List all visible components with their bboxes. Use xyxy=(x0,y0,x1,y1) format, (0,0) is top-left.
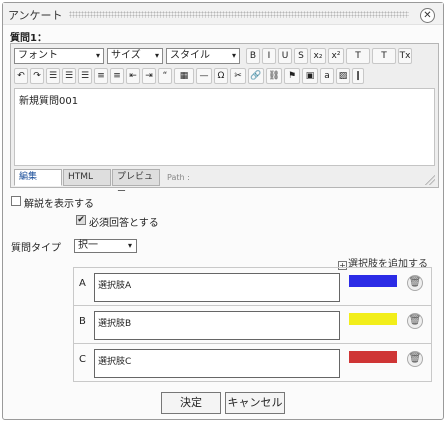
link-button[interactable]: 🔗 xyxy=(248,68,264,84)
trash-icon[interactable]: 🗑 xyxy=(407,351,423,367)
remove-format-button[interactable]: Tx xyxy=(398,48,412,64)
align-left-button[interactable]: ☰ xyxy=(46,68,60,84)
font-select[interactable]: フォント ▾ xyxy=(14,48,104,64)
choice-color-swatch[interactable] xyxy=(349,313,397,325)
trash-icon[interactable]: 🗑 xyxy=(407,313,423,329)
superscript-button[interactable]: x² xyxy=(328,48,344,64)
question-text-area[interactable]: 新規質問001 xyxy=(14,88,435,166)
survey-dialog: アンケート ✕ 質問1： フォント ▾ サイズ ▾ スタイル ▾ B I U Sx₂ x² T T… xyxy=(2,2,444,420)
clean-button[interactable]: ✂ xyxy=(230,68,246,84)
anchor-button[interactable]: ⚑ xyxy=(284,68,300,84)
choice-color-swatch[interactable] xyxy=(349,275,397,287)
unordered-list-button[interactable]: ≡ xyxy=(110,68,124,84)
outdent-button[interactable]: ⇤ xyxy=(126,68,140,84)
ordered-list-button[interactable]: ≡ xyxy=(94,68,108,84)
ok-button[interactable]: 決定 xyxy=(161,392,221,414)
align-center-button[interactable]: ☰ xyxy=(62,68,76,84)
choices-table: A 選択肢A 🗑 B 選択肢B 🗑 C 選択肢C 🗑 xyxy=(73,267,432,382)
choice-row: A 選択肢A 🗑 xyxy=(74,268,431,306)
font-button[interactable]: a xyxy=(320,68,334,84)
show-explanation-label: 解説を表示する xyxy=(24,199,94,210)
italic-button[interactable]: I xyxy=(262,48,276,64)
dialog-titlebar[interactable]: アンケート ✕ xyxy=(3,3,443,25)
text-color-button[interactable]: T xyxy=(346,48,370,64)
tab-preview[interactable]: プレビュー xyxy=(112,169,160,197)
drag-grip[interactable] xyxy=(69,11,409,18)
size-select[interactable]: サイズ ▾ xyxy=(107,48,163,64)
strike-button[interactable]: S xyxy=(294,48,308,64)
blockquote-button[interactable]: “ xyxy=(158,68,172,84)
trash-icon[interactable]: 🗑 xyxy=(407,275,423,291)
choice-row: B 選択肢B 🗑 xyxy=(74,306,431,344)
question-type-select[interactable]: 択一 ▾ xyxy=(74,239,137,253)
undo-button[interactable]: ↶ xyxy=(14,68,28,84)
required-checkbox[interactable]: ✔ xyxy=(76,215,86,225)
choice-letter: A xyxy=(79,278,86,289)
choice-text-input[interactable]: 選択肢C xyxy=(94,349,340,378)
choice-text-input[interactable]: 選択肢B xyxy=(94,311,340,340)
choice-row: C 選択肢C 🗑 xyxy=(74,344,431,382)
choice-text-input[interactable]: 選択肢A xyxy=(94,273,340,302)
unlink-button[interactable]: ⛓ xyxy=(266,68,282,84)
horizontal-rule-button[interactable]: — xyxy=(196,68,212,84)
close-icon[interactable]: ✕ xyxy=(420,8,435,23)
redo-button[interactable]: ↷ xyxy=(30,68,44,84)
background-color-button[interactable]: T xyxy=(372,48,396,64)
style-select[interactable]: スタイル ▾ xyxy=(166,48,240,64)
align-right-button[interactable]: ☰ xyxy=(78,68,92,84)
subscript-button[interactable]: x₂ xyxy=(310,48,326,64)
rich-text-editor: フォント ▾ サイズ ▾ スタイル ▾ B I U Sx₂ x² T T Tx ↶ ↷ ☰ ☰ ☰ ≡ ≡ ⇤ ⇥ “… xyxy=(10,43,439,197)
special-char-button[interactable]: Ω xyxy=(214,68,228,84)
dialog-title: アンケート xyxy=(8,9,63,22)
question-type-label: 質問タイプ xyxy=(11,243,61,254)
required-label: 必須回答とする xyxy=(89,218,159,229)
underline-button[interactable]: U xyxy=(278,48,292,64)
tab-edit[interactable]: 編集 xyxy=(14,169,62,186)
media-button[interactable]: ▣ xyxy=(302,68,318,84)
image-button[interactable]: ▨ xyxy=(336,68,350,84)
choice-color-swatch[interactable] xyxy=(349,351,397,363)
show-explanation-checkbox[interactable] xyxy=(11,196,21,206)
choice-letter: B xyxy=(79,316,86,327)
question-label: 質問1： xyxy=(10,33,47,44)
table-button[interactable]: ▦ xyxy=(174,68,194,84)
resize-handle-icon[interactable] xyxy=(425,175,435,185)
indent-button[interactable]: ⇥ xyxy=(142,68,156,84)
bold-button[interactable]: B xyxy=(246,48,260,64)
choice-letter: C xyxy=(79,354,86,365)
path-label: Path : xyxy=(167,173,190,182)
cancel-button[interactable]: キャンセル xyxy=(225,392,285,414)
attach-button[interactable]: ❙ xyxy=(352,68,364,84)
tab-html[interactable]: HTML xyxy=(63,169,111,186)
